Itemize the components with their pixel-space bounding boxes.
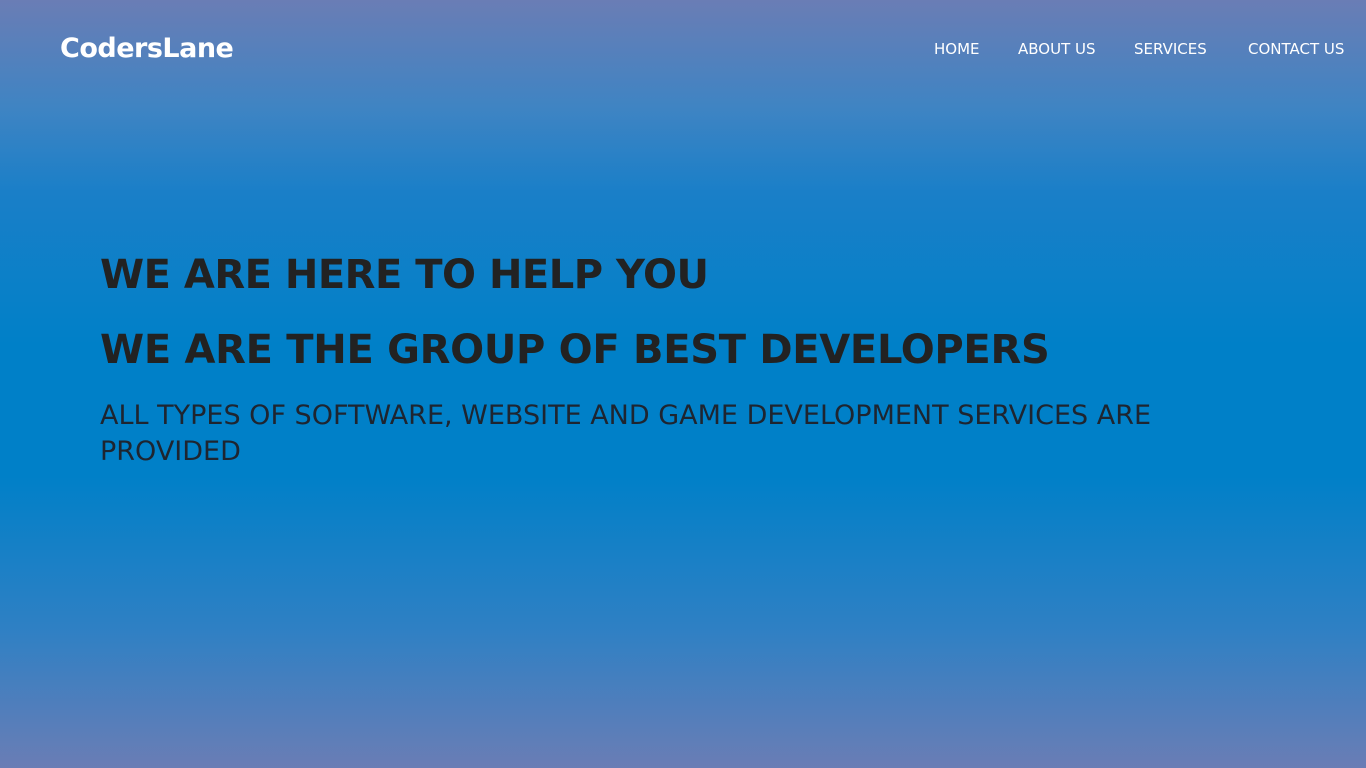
hero-headline-help: WE ARE HERE TO HELP YOU — [100, 252, 709, 298]
nav-link-about-us[interactable]: ABOUT US — [1018, 37, 1096, 61]
nav-link-services[interactable]: SERVICES — [1134, 37, 1207, 61]
nav-link-contact-us[interactable]: CONTACT US — [1248, 37, 1344, 61]
hero-section: WE ARE HERE TO HELP YOU WE ARE THE GROUP… — [100, 240, 1280, 470]
hero-headline-developers: WE ARE THE GROUP OF BEST DEVELOPERS — [100, 327, 1050, 373]
hero-subtext: ALL TYPES OF SOFTWARE, WEBSITE AND GAME … — [100, 400, 1152, 467]
nav-menu: HOME ABOUT US SERVICES CONTACT US — [0, 37, 1366, 61]
nav-link-home[interactable]: HOME — [934, 37, 980, 61]
navbar: CodersLane HOME ABOUT US SERVICES CONTAC… — [0, 0, 1366, 98]
